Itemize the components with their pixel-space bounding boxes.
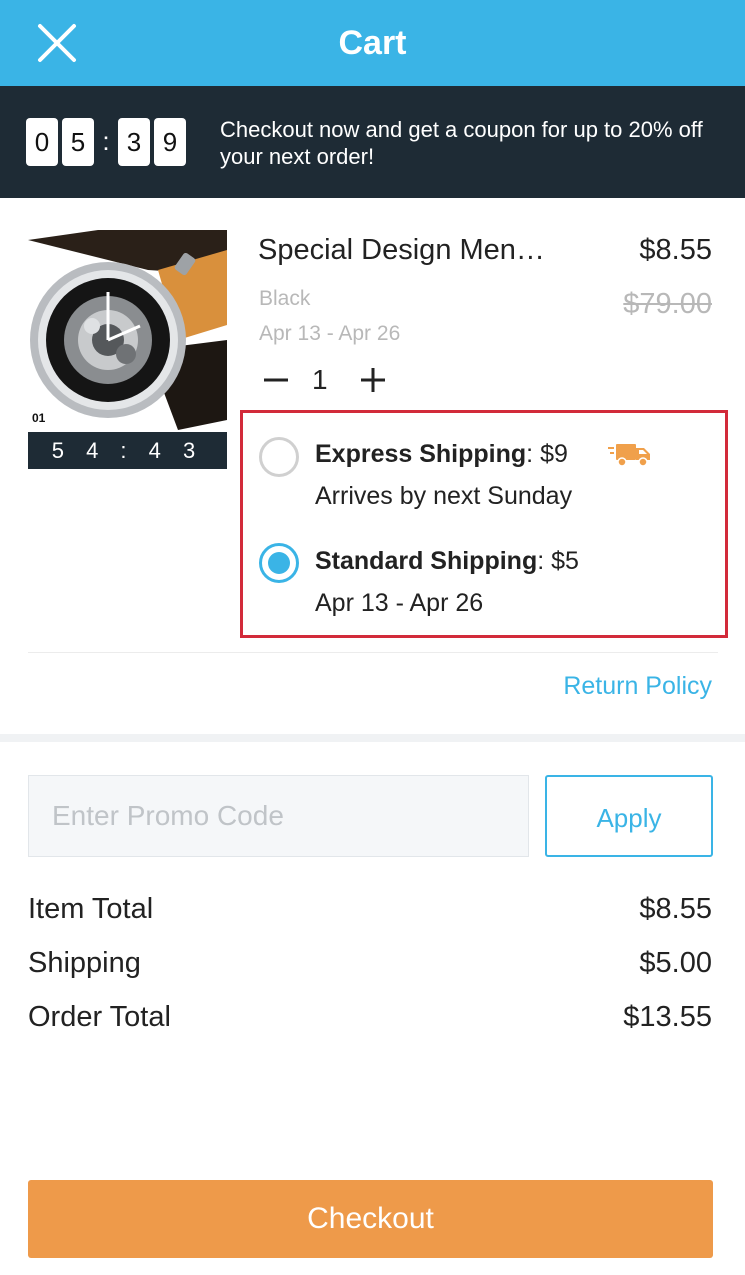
watch-illustration [28,230,227,430]
original-price: $79.00 [623,288,712,320]
section-divider [0,734,745,742]
product-image[interactable] [28,230,227,430]
countdown-digit: 5 [62,118,94,166]
promo-message: Checkout now and get a coupon for up to … [220,117,703,169]
quantity-value: 1 [312,364,328,395]
apply-button[interactable]: Apply [545,775,713,857]
standard-shipping-price: : $5 [537,547,579,575]
page-title: Cart [338,24,407,62]
express-shipping-radio[interactable] [259,437,299,477]
express-shipping-name: Express Shipping [315,440,527,468]
divider [28,652,718,653]
image-label: 01 [32,411,46,425]
truck-icon [608,440,654,470]
checkout-button[interactable]: Checkout [28,1180,713,1258]
standard-shipping-radio[interactable] [259,543,299,583]
plus-icon [361,368,385,392]
decrease-quantity-button[interactable] [262,365,290,395]
express-shipping-price: : $9 [526,440,568,468]
shipping-value: $5.00 [639,947,712,979]
express-shipping-detail: Arrives by next Sunday [315,482,573,510]
shipping-label: Shipping [28,947,141,979]
standard-shipping-detail: Apr 13 - Apr 26 [315,589,484,617]
minus-icon [264,378,288,382]
order-total-value: $13.55 [623,1001,712,1033]
radio-selected-dot [268,552,290,574]
standard-shipping-title: Standard Shipping: $5 [315,544,579,578]
order-total-label: Order Total [28,1001,171,1033]
product-timer: 5 4 : 4 3 [28,432,227,469]
item-total-value: $8.55 [639,893,712,925]
delivery-dates: Apr 13 - Apr 26 [259,322,401,345]
express-shipping-title: Express Shipping: $9 [315,437,568,471]
increase-quantity-button[interactable] [358,365,388,395]
countdown-separator: : [102,126,110,156]
standard-shipping-name: Standard Shipping [315,547,538,575]
product-price: $8.55 [639,234,712,266]
countdown-digit: 9 [154,118,186,166]
promo-code-input[interactable] [28,775,529,857]
product-variant: Black [259,287,311,310]
countdown-digit: 3 [118,118,150,166]
return-policy-link[interactable]: Return Policy [563,668,712,704]
product-name[interactable]: Special Design Men… [258,230,588,270]
item-total-label: Item Total [28,893,154,925]
countdown-digit: 0 [26,118,58,166]
